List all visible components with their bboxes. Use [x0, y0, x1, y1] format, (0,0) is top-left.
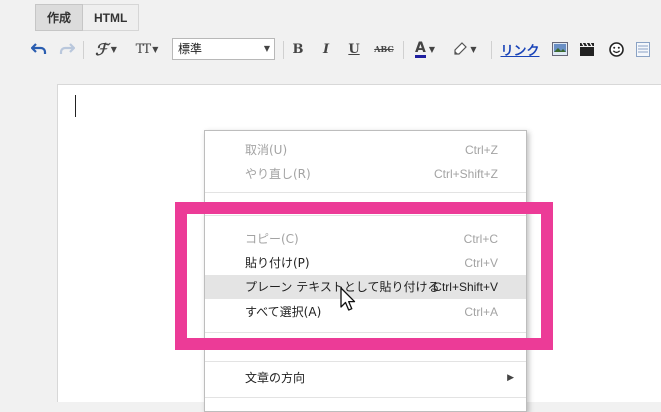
toolbar-divider: [83, 41, 84, 59]
menu-item-label: やり直し(R): [245, 167, 311, 181]
chevron-down-icon: ▼: [263, 44, 270, 53]
chevron-down-icon: ▼: [110, 44, 117, 54]
menu-item-label: 取消(U): [245, 143, 288, 157]
text-color-icon: A: [415, 39, 426, 58]
tab-html[interactable]: HTML: [83, 4, 140, 31]
menu-divider: [205, 361, 526, 362]
menu-item-redo[interactable]: やり直し(R) Ctrl+Shift+Z: [205, 162, 526, 186]
text-cursor: [75, 95, 76, 117]
undo-button[interactable]: [28, 33, 50, 65]
toolbar-divider: [283, 41, 284, 59]
font-family-button[interactable]: ℱ ▼: [89, 33, 123, 65]
highlighter-icon: [454, 42, 468, 55]
smiley-icon: [608, 41, 624, 57]
menu-item-shortcut: Ctrl+Z: [465, 143, 498, 157]
page-break-icon: [636, 41, 650, 57]
paragraph-style-select[interactable]: 標準 ▼: [172, 38, 275, 60]
toolbar-divider: [491, 41, 492, 59]
chevron-down-icon: ▼: [152, 44, 159, 54]
font-icon: ℱ: [95, 39, 108, 59]
insert-jump-break-button[interactable]: [632, 33, 654, 65]
text-color-button[interactable]: A ▼: [409, 33, 441, 65]
underline-button[interactable]: U: [344, 33, 364, 65]
mouse-pointer-icon: [340, 287, 356, 311]
redo-button[interactable]: [56, 33, 78, 65]
chevron-down-icon: ▼: [428, 44, 435, 54]
insert-image-button[interactable]: [549, 33, 571, 65]
highlight-color-button[interactable]: ▼: [448, 33, 482, 65]
insert-emoticon-button[interactable]: [605, 33, 627, 65]
editor-tabs: 作成 HTML: [35, 4, 140, 31]
undo-icon: [31, 43, 47, 54]
italic-button[interactable]: I: [316, 33, 336, 65]
menu-item-label: 文章の方向: [245, 371, 306, 385]
menu-item-undo[interactable]: 取消(U) Ctrl+Z: [205, 138, 526, 162]
image-icon: [552, 42, 568, 56]
strikethrough-button[interactable]: ABC: [372, 33, 396, 65]
video-icon: [580, 42, 594, 56]
menu-item-text-direction[interactable]: 文章の方向 ▶: [205, 366, 526, 390]
tab-compose[interactable]: 作成: [35, 4, 84, 31]
paragraph-style-value: 標準: [178, 42, 203, 56]
submenu-arrow-icon: ▶: [507, 373, 514, 383]
toolbar-divider: [403, 41, 404, 59]
menu-divider: [205, 192, 526, 193]
menu-item-shortcut: Ctrl+Shift+Z: [433, 167, 498, 181]
insert-link-button[interactable]: リンク: [497, 33, 543, 65]
redo-icon: [59, 43, 75, 54]
menu-divider: [205, 397, 526, 398]
bold-button[interactable]: B: [288, 33, 308, 65]
insert-video-button[interactable]: [576, 33, 598, 65]
formatting-toolbar: ℱ ▼ TT ▼ B I U ABC A ▼ ▼ リンク: [0, 33, 661, 65]
chevron-down-icon: ▼: [470, 44, 477, 54]
font-size-icon: TT: [135, 41, 152, 57]
highlight-frame: [175, 202, 553, 350]
font-size-button[interactable]: TT ▼: [130, 33, 164, 65]
